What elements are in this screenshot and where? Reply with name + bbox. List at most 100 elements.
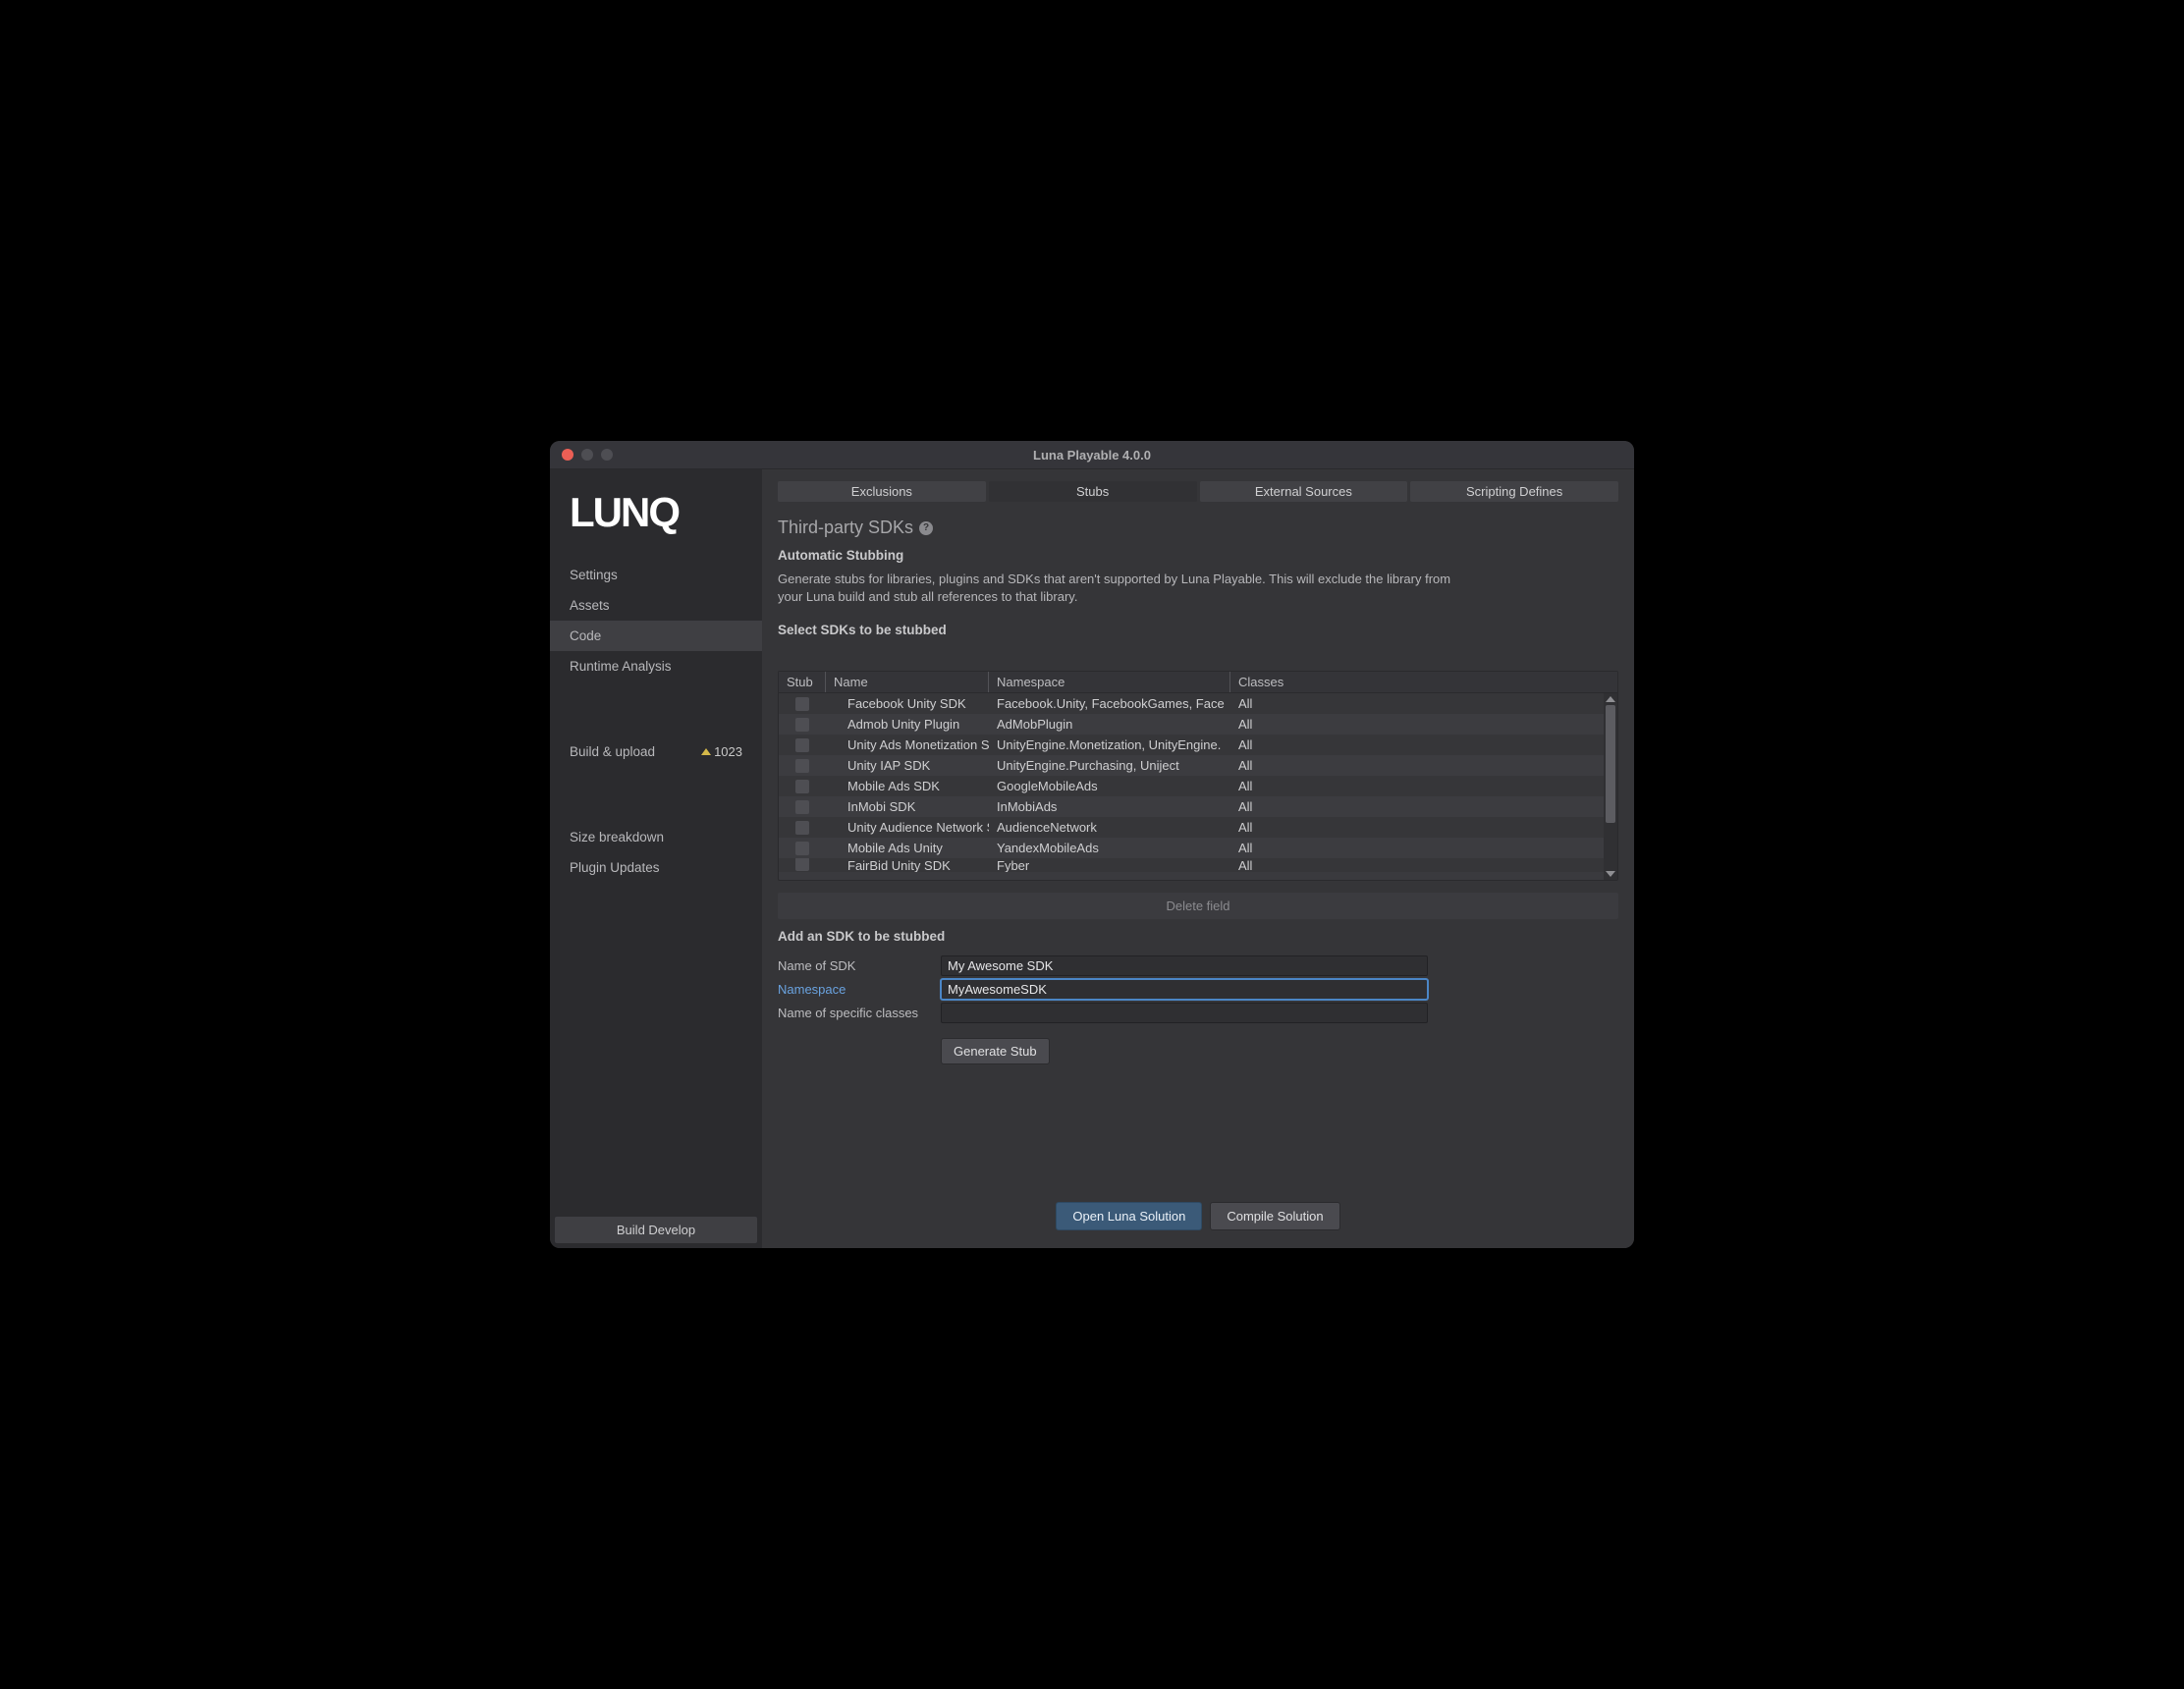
sidebar: LUNQ Settings Assets Code Runtime Analys… — [550, 469, 762, 1248]
cell-classes: All — [1230, 755, 1617, 776]
header-classes[interactable]: Classes — [1230, 672, 1617, 692]
namespace-label: Namespace — [778, 982, 941, 997]
table-row[interactable]: Unity IAP SDKUnityEngine.Purchasing, Uni… — [779, 755, 1617, 776]
minimize-icon[interactable] — [581, 449, 593, 461]
build-warning-badge: 1023 — [701, 744, 742, 759]
open-luna-solution-button[interactable]: Open Luna Solution — [1056, 1202, 1202, 1230]
cell-namespace: UnityEngine.Monetization, UnityEngine. — [989, 735, 1230, 755]
svg-text:LUNQ: LUNQ — [570, 493, 679, 534]
compile-solution-button[interactable]: Compile Solution — [1210, 1202, 1339, 1230]
tab-scripting-defines[interactable]: Scripting Defines — [1410, 481, 1618, 502]
stub-checkbox[interactable] — [795, 800, 809, 814]
build-develop-button[interactable]: Build Develop — [554, 1216, 758, 1244]
stub-checkbox[interactable] — [795, 858, 809, 871]
table-row[interactable]: Unity Ads Monetization SDKUnityEngine.Mo… — [779, 735, 1617, 755]
cell-namespace: AudienceNetwork — [989, 817, 1230, 838]
name-of-sdk-input[interactable] — [941, 955, 1428, 976]
scroll-thumb[interactable] — [1606, 705, 1615, 823]
cell-classes: All — [1230, 735, 1617, 755]
stub-checkbox[interactable] — [795, 718, 809, 732]
cell-name: InMobi SDK — [826, 796, 989, 817]
window-title: Luna Playable 4.0.0 — [550, 448, 1634, 463]
header-namespace[interactable]: Namespace — [989, 672, 1230, 692]
sidebar-item-code[interactable]: Code — [550, 621, 762, 651]
table-row[interactable]: Unity Audience Network SDKAudienceNetwor… — [779, 817, 1617, 838]
cell-namespace: Facebook.Unity, FacebookGames, Face — [989, 693, 1230, 714]
tab-external-sources[interactable]: External Sources — [1200, 481, 1408, 502]
sidebar-item-label: Build & upload — [570, 744, 655, 759]
cell-name: Facebook Unity SDK — [826, 693, 989, 714]
titlebar: Luna Playable 4.0.0 — [550, 441, 1634, 469]
window-controls — [562, 449, 613, 461]
section-title: Third-party SDKs ? — [778, 518, 1618, 538]
select-sdks-label: Select SDKs to be stubbed — [778, 623, 1618, 637]
header-name[interactable]: Name — [826, 672, 989, 692]
cell-name: Admob Unity Plugin — [826, 714, 989, 735]
sidebar-item-settings[interactable]: Settings — [550, 560, 762, 590]
add-sdk-heading: Add an SDK to be stubbed — [778, 929, 1618, 944]
cell-name: Mobile Ads Unity — [826, 838, 989, 858]
header-stub[interactable]: Stub — [779, 672, 826, 692]
section-description: Generate stubs for libraries, plugins an… — [778, 571, 1475, 605]
footer-buttons: Open Luna Solution Compile Solution — [778, 1174, 1618, 1236]
sidebar-item-size-breakdown[interactable]: Size breakdown — [550, 822, 762, 852]
tab-exclusions[interactable]: Exclusions — [778, 481, 986, 502]
maximize-icon[interactable] — [601, 449, 613, 461]
sidebar-item-label: Plugin Updates — [570, 860, 660, 875]
tab-stubs[interactable]: Stubs — [989, 481, 1197, 502]
stub-checkbox[interactable] — [795, 842, 809, 855]
table-row[interactable]: Mobile Ads UnityYandexMobileAdsAll — [779, 838, 1617, 858]
cell-name: Unity Ads Monetization SDK — [826, 735, 989, 755]
sidebar-item-plugin-updates[interactable]: Plugin Updates — [550, 852, 762, 883]
cell-namespace: InMobiAds — [989, 796, 1230, 817]
sidebar-item-build-upload[interactable]: Build & upload 1023 — [550, 736, 762, 767]
table-body: Facebook Unity SDKFacebook.Unity, Facebo… — [779, 693, 1617, 880]
sidebar-item-label: Size breakdown — [570, 830, 664, 844]
stub-checkbox[interactable] — [795, 759, 809, 773]
cell-classes: All — [1230, 693, 1617, 714]
stub-checkbox[interactable] — [795, 738, 809, 752]
stub-checkbox[interactable] — [795, 697, 809, 711]
cell-namespace: GoogleMobileAds — [989, 776, 1230, 796]
name-of-sdk-label: Name of SDK — [778, 958, 941, 973]
cell-classes: All — [1230, 796, 1617, 817]
table-row[interactable]: Admob Unity PluginAdMobPluginAll — [779, 714, 1617, 735]
sidebar-item-runtime-analysis[interactable]: Runtime Analysis — [550, 651, 762, 681]
badge-count: 1023 — [714, 744, 742, 759]
table-row[interactable]: FairBid Unity SDKFyberAll — [779, 858, 1617, 872]
cell-namespace: YandexMobileAds — [989, 838, 1230, 858]
table-row[interactable]: InMobi SDKInMobiAdsAll — [779, 796, 1617, 817]
sidebar-item-label: Code — [570, 628, 601, 643]
tab-bar: Exclusions Stubs External Sources Script… — [778, 481, 1618, 502]
generate-stub-button[interactable]: Generate Stub — [941, 1038, 1050, 1064]
namespace-input[interactable] — [941, 979, 1428, 1000]
cell-name: Unity Audience Network SDK — [826, 817, 989, 838]
stub-checkbox[interactable] — [795, 780, 809, 793]
warning-icon — [701, 748, 711, 755]
sidebar-item-label: Settings — [570, 568, 618, 582]
cell-classes: All — [1230, 838, 1617, 858]
sidebar-item-label: Assets — [570, 598, 610, 613]
logo: LUNQ — [550, 493, 762, 560]
cell-classes: All — [1230, 714, 1617, 735]
section-title-text: Third-party SDKs — [778, 518, 913, 538]
cell-name: FairBid Unity SDK — [826, 858, 989, 872]
close-icon[interactable] — [562, 449, 573, 461]
table-row[interactable]: Facebook Unity SDKFacebook.Unity, Facebo… — [779, 693, 1617, 714]
classes-input[interactable] — [941, 1003, 1428, 1023]
stub-checkbox[interactable] — [795, 821, 809, 835]
scroll-down-icon[interactable] — [1606, 871, 1615, 877]
sidebar-item-assets[interactable]: Assets — [550, 590, 762, 621]
main-panel: Exclusions Stubs External Sources Script… — [762, 469, 1634, 1248]
app-window: Luna Playable 4.0.0 LUNQ Settings Assets… — [550, 441, 1634, 1248]
sdk-table: Stub Name Namespace Classes Facebook Uni… — [778, 671, 1618, 881]
table-row[interactable]: Mobile Ads SDKGoogleMobileAdsAll — [779, 776, 1617, 796]
cell-namespace: AdMobPlugin — [989, 714, 1230, 735]
cell-classes: All — [1230, 817, 1617, 838]
help-icon[interactable]: ? — [919, 521, 933, 535]
table-header: Stub Name Namespace Classes — [779, 672, 1617, 693]
delete-field-button[interactable]: Delete field — [778, 893, 1618, 919]
scrollbar[interactable] — [1604, 693, 1617, 880]
automatic-stubbing-heading: Automatic Stubbing — [778, 548, 1618, 563]
scroll-up-icon[interactable] — [1606, 696, 1615, 702]
